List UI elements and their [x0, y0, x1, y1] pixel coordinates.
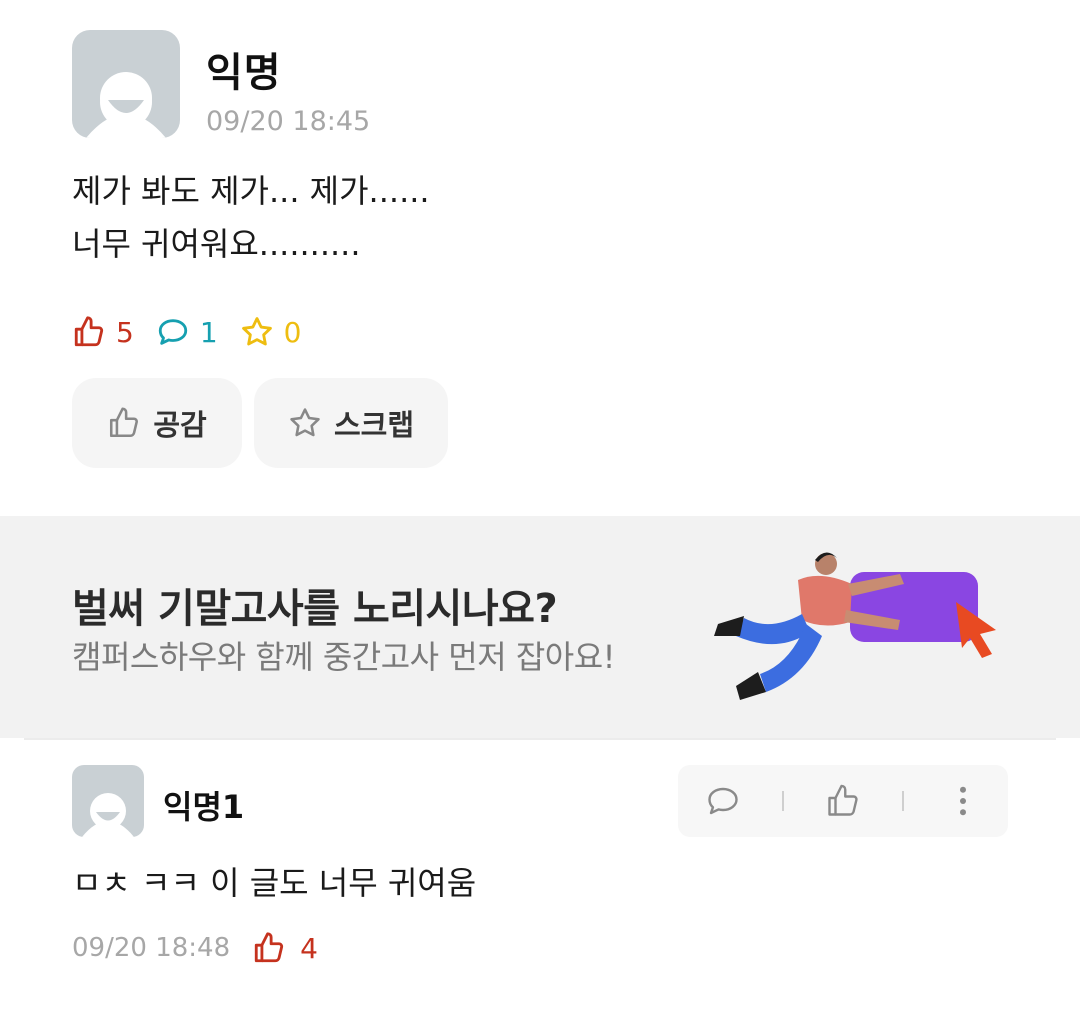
speech-bubble-icon	[158, 319, 187, 345]
like-count: 5	[116, 315, 134, 349]
comment-count-stat: 1	[156, 315, 218, 349]
flying-man-illustration	[714, 552, 996, 700]
scrap-button-label: 스크랩	[333, 408, 415, 442]
thumbs-up-icon	[828, 784, 858, 816]
post-timestamp: 09/20 18:45	[206, 106, 371, 137]
post-author-name: 익명	[206, 50, 282, 96]
thumbs-up-icon	[254, 932, 284, 963]
thumbs-up-icon	[74, 316, 104, 347]
thumbs-up-icon	[110, 407, 139, 438]
post-author-avatar	[72, 30, 180, 138]
scrap-count: 0	[283, 315, 302, 349]
promo-banner[interactable]: 벌써 기말고사를 노리시나요? 캠퍼스하우와 함께 중간고사 먼저 잡아요!	[0, 516, 1080, 738]
like-count-stat: 5	[72, 315, 134, 349]
speech-bubble-icon	[707, 787, 738, 815]
banner-subtitle: 캠퍼스하우와 함께 중간고사 먼저 잡아요!	[72, 638, 616, 676]
comment-author-avatar	[72, 765, 144, 837]
toolbar-separator	[781, 791, 784, 811]
post-body-line: 제가 봐도 제가... 제가......	[72, 172, 430, 210]
toolbar-separator	[902, 791, 905, 811]
like-button-label: 공감	[153, 408, 207, 442]
banner-title: 벌써 기말고사를 노리시나요?	[72, 586, 558, 632]
post-stats: 5 1 0	[72, 310, 323, 354]
reply-button[interactable]	[693, 771, 753, 831]
more-vertical-icon	[960, 786, 967, 816]
comment-count: 1	[199, 315, 218, 349]
scrap-button[interactable]: 스크랩	[254, 378, 448, 468]
section-divider	[24, 738, 1056, 740]
comment-more-button[interactable]	[933, 771, 993, 831]
comment-toolbar	[678, 765, 1008, 837]
star-icon	[290, 408, 320, 437]
comment-body: ㅁㅊ ㅋㅋ 이 글도 너무 귀여움	[72, 864, 477, 902]
comment-like-stat: 4	[252, 931, 318, 965]
post-body: 제가 봐도 제가... 제가...... 너무 귀여워요..........	[72, 165, 430, 271]
comment-meta: 09/20 18:48 4	[72, 928, 318, 968]
like-button[interactable]: 공감	[72, 378, 242, 468]
comment-like-button[interactable]	[813, 771, 873, 831]
scrap-count-stat: 0	[240, 315, 302, 349]
star-icon	[241, 317, 272, 346]
post-body-line: 너무 귀여워요..........	[72, 225, 361, 263]
comment-like-count: 4	[300, 931, 318, 965]
comment-author-name: 익명1	[163, 788, 245, 826]
comment-timestamp: 09/20 18:48	[72, 933, 231, 963]
